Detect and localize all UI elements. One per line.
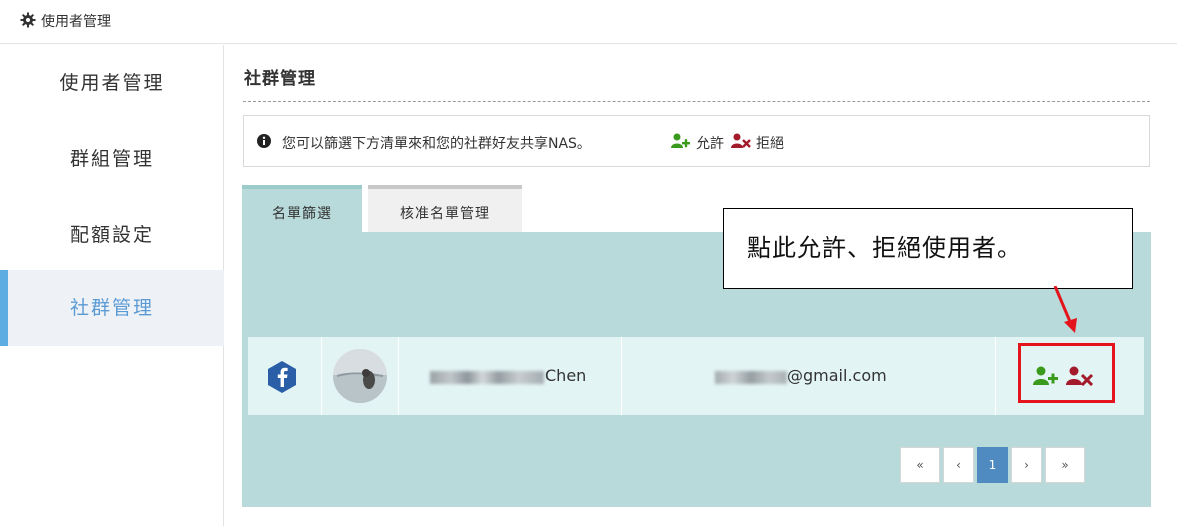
deny-label: 拒絕: [756, 136, 784, 152]
annotation-callout: 點此允許、拒絕使用者。: [723, 208, 1133, 289]
info-icon: [257, 134, 271, 148]
avatar: [333, 349, 387, 403]
remove-user-icon: [731, 133, 751, 148]
email-redacted: [715, 371, 787, 384]
sidebar-item-quota[interactable]: 配額設定: [0, 197, 224, 273]
allow-label: 允許: [696, 136, 724, 152]
first-page-button[interactable]: «: [900, 447, 940, 483]
sidebar: 使用者管理 群組管理 配額設定 社群管理: [0, 45, 224, 526]
page-title: 社群管理: [244, 69, 316, 89]
sidebar-item-groups[interactable]: 群組管理: [0, 121, 224, 197]
sidebar-item-users[interactable]: 使用者管理: [0, 45, 224, 121]
annotation-arrow: [1053, 286, 1077, 333]
prev-page-button[interactable]: ‹: [943, 447, 974, 483]
gear-icon: [20, 12, 36, 28]
tab-filter-list[interactable]: 名單篩選: [242, 185, 362, 232]
action-highlight-box: [1018, 343, 1115, 403]
title-divider: [243, 101, 1150, 102]
sidebar-item-social[interactable]: 社群管理: [0, 270, 224, 346]
user-name: Chen: [545, 366, 587, 385]
breadcrumb: 使用者管理: [41, 14, 111, 30]
cell-divider: [398, 337, 399, 415]
name-redacted: [430, 371, 544, 384]
tab-approved-list[interactable]: 核准名單管理: [368, 185, 522, 232]
info-box: 您可以篩選下方清單來和您的社群好友共享NAS。 允許 拒絕: [243, 115, 1150, 167]
cell-divider: [321, 337, 322, 415]
info-text: 您可以篩選下方清單來和您的社群好友共享NAS。: [282, 136, 591, 152]
cell-divider: [995, 337, 996, 415]
cell-divider: [621, 337, 622, 415]
next-page-button[interactable]: ›: [1011, 447, 1042, 483]
facebook-icon: [268, 361, 296, 393]
last-page-button[interactable]: »: [1045, 447, 1085, 483]
user-email: @gmail.com: [787, 366, 887, 385]
pagination: « ‹ 1 › »: [900, 447, 1088, 483]
top-bar: 使用者管理: [0, 0, 1177, 44]
current-page-button[interactable]: 1: [977, 447, 1008, 483]
add-user-icon: [671, 133, 690, 148]
